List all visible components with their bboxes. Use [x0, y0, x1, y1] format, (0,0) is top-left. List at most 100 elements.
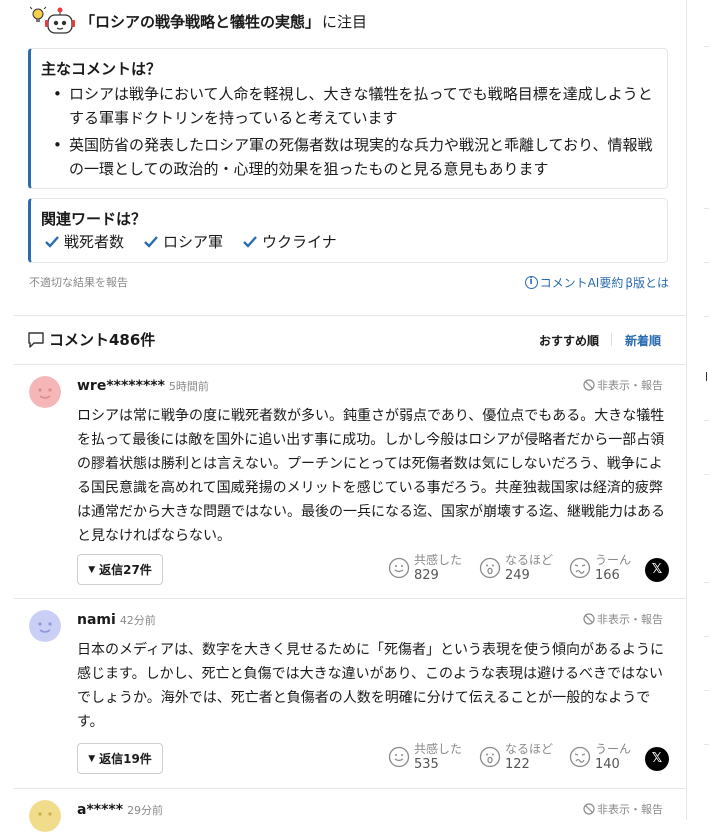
smile-icon [388, 746, 410, 768]
related-words-list: 戦死者数 ロシア軍 ウクライナ [45, 231, 337, 252]
reaction-hmm-button[interactable]: うーん 140 [569, 742, 631, 773]
summary-bullet: • 英国防省の発表したロシア軍の死傷者数は現実的な兵力や戦況と乖離しており、情報… [53, 133, 663, 181]
x-share-icon[interactable]: 𝕏 [645, 747, 669, 771]
sidebar-text-fragment [706, 372, 707, 381]
reaction-understand-button[interactable]: なるほど 249 [479, 553, 553, 584]
comment-time: 42分前 [119, 614, 156, 627]
comment-item: nami 42分前 非表示・報告 日本のメディアは、数字を大きく見せるために「死傷… [0, 598, 686, 788]
comment-text: ロシアは常に戦争の度に戦死者数が多い。鈍重さが弱点であり、優位点でもある。大きな… [77, 408, 665, 544]
hide-report-link[interactable]: 非表示・報告 [583, 611, 663, 627]
comment-author[interactable]: wre******** 5時間前 [77, 378, 209, 394]
comments-count-label: コメント486件 [49, 331, 156, 349]
sidebar-divider [704, 420, 709, 421]
reaction-count: 140 [595, 757, 620, 772]
comment-bubble-icon [28, 331, 44, 348]
reaction-label: うーん [595, 553, 632, 567]
related-word[interactable]: ウクライナ [243, 231, 337, 252]
reaction-hmm-button[interactable]: うーん 166 [569, 553, 631, 584]
comment-author-name[interactable]: nami [77, 612, 116, 628]
reaction-empathy-button[interactable]: 共感した 829 [388, 553, 462, 584]
hide-report-link[interactable]: 非表示・報告 [583, 801, 663, 817]
sidebar-divider [704, 636, 709, 637]
reply-toggle-button[interactable]: ▼ 返信19件 [77, 743, 163, 774]
bullet-dot: • [53, 85, 62, 103]
sort-newest-tab[interactable]: 新着順 [625, 332, 661, 349]
report-result-link[interactable]: 不適切な結果を報告 [29, 274, 128, 290]
ai-summary-title-suffix: に注目 [322, 12, 368, 31]
section-divider [14, 315, 686, 316]
sidebar-divider [704, 46, 709, 47]
x-share-icon[interactable]: 𝕏 [645, 558, 669, 582]
confused-icon [569, 557, 591, 579]
reaction-understand-button[interactable]: なるほど 122 [479, 742, 553, 773]
check-icon [243, 235, 257, 248]
reply-toggle-label: 返信27件 [99, 563, 152, 577]
surprised-icon [479, 557, 501, 579]
ai-robot-icon [30, 6, 75, 34]
smile-icon [388, 557, 410, 579]
info-icon: i [524, 276, 538, 289]
comment-text: 日本のメディアは、数字を大きく見せるために「死傷者」という表現を使う傾向があるよ… [77, 642, 665, 730]
confused-icon [569, 746, 591, 768]
reaction-count: 166 [595, 568, 620, 583]
triangle-down-icon: ▼ [88, 564, 96, 575]
reaction-label: うーん [595, 742, 632, 756]
comments-count-header: コメント486件 [27, 329, 155, 350]
right-sidebar-edge [687, 0, 709, 820]
related-word[interactable]: ロシア軍 [144, 231, 223, 252]
summary-bullet: • ロシアは戦争において人命を軽視し、大きな犠牲を払ってでも戦略目標を達成しよう… [53, 82, 663, 130]
comment-author-name[interactable]: wre******** [77, 378, 165, 394]
related-word-label: ロシア軍 [163, 233, 224, 251]
sidebar-divider [704, 582, 709, 583]
reaction-count: 829 [414, 568, 439, 583]
surprised-icon [479, 746, 501, 768]
summary-bullet-text: ロシアは戦争において人命を軽視し、大きな犠牲を払ってでも戦略目標を達成しようとす… [69, 85, 653, 127]
main-column: 「ロシアの戦争戦略と犠牲の実態」 に注目 主なコメントは？ • ロシアは戦争にお… [0, 0, 686, 832]
reaction-label: 共感した [414, 742, 463, 756]
comment-item: wre******** 5時間前 非表示・報告 ロシアは常に戦争の度に戦死者数が多… [0, 364, 686, 598]
hide-report-label: 非表示・報告 [597, 803, 663, 816]
sidebar-divider [704, 744, 709, 745]
ai-summary-title: 「ロシアの戦争戦略と犠牲の実態」 [80, 12, 321, 31]
sidebar-divider [704, 690, 709, 691]
related-words-box: 関連ワードは？ 戦死者数 ロシア軍 ウクライナ [28, 198, 668, 263]
reaction-count: 122 [505, 757, 530, 772]
avatar [29, 610, 61, 642]
comment-author[interactable]: nami 42分前 [77, 612, 156, 628]
main-comments-box: 主なコメントは？ • ロシアは戦争において人命を軽視し、大きな犠牲を払ってでも戦… [28, 48, 668, 189]
comment-time: 5時間前 [168, 380, 209, 393]
check-icon [144, 235, 158, 248]
sidebar-divider [704, 208, 709, 209]
summary-bullet-text: 英国防省の発表したロシア軍の死傷者数は現実的な兵力や戦況と乖離しており、情報戦の… [69, 136, 653, 178]
sort-recommended-tab[interactable]: おすすめ順 [539, 332, 599, 349]
related-words-title: 関連ワードは？ [41, 210, 147, 228]
ai-summary-link[interactable]: i コメントAI要約 β版とは [524, 274, 669, 291]
comment-author-name[interactable]: a***** [77, 802, 123, 818]
avatar [29, 376, 61, 408]
related-word[interactable]: 戦死者数 [45, 231, 124, 252]
comment-author[interactable]: a***** 29分前 [77, 802, 163, 818]
reply-toggle-button[interactable]: ▼ 返信27件 [77, 554, 163, 585]
hide-report-label: 非表示・報告 [597, 613, 663, 626]
comment-time: 29分前 [127, 804, 164, 817]
related-word-label: ウクライナ [262, 233, 337, 251]
reaction-label: なるほど [505, 553, 554, 567]
reaction-empathy-button[interactable]: 共感した 535 [388, 742, 462, 773]
block-icon [583, 803, 595, 815]
reaction-count: 535 [414, 757, 439, 772]
sidebar-divider [704, 474, 709, 475]
hide-report-link[interactable]: 非表示・報告 [583, 377, 663, 393]
hide-report-label: 非表示・報告 [597, 379, 663, 392]
sidebar-divider [704, 262, 709, 263]
block-icon [583, 613, 595, 625]
beta-link-label[interactable]: β版とは [625, 274, 669, 291]
ai-summary-header: 「ロシアの戦争戦略と犠牲の実態」 に注目 [30, 6, 367, 36]
check-icon [45, 235, 59, 248]
main-comments-title: 主なコメントは？ [41, 60, 162, 78]
block-icon [583, 379, 595, 391]
reaction-label: なるほど [505, 742, 554, 756]
reaction-count: 249 [505, 568, 530, 583]
triangle-down-icon: ▼ [88, 753, 96, 764]
reaction-label: 共感した [414, 553, 463, 567]
reply-toggle-label: 返信19件 [99, 752, 152, 766]
